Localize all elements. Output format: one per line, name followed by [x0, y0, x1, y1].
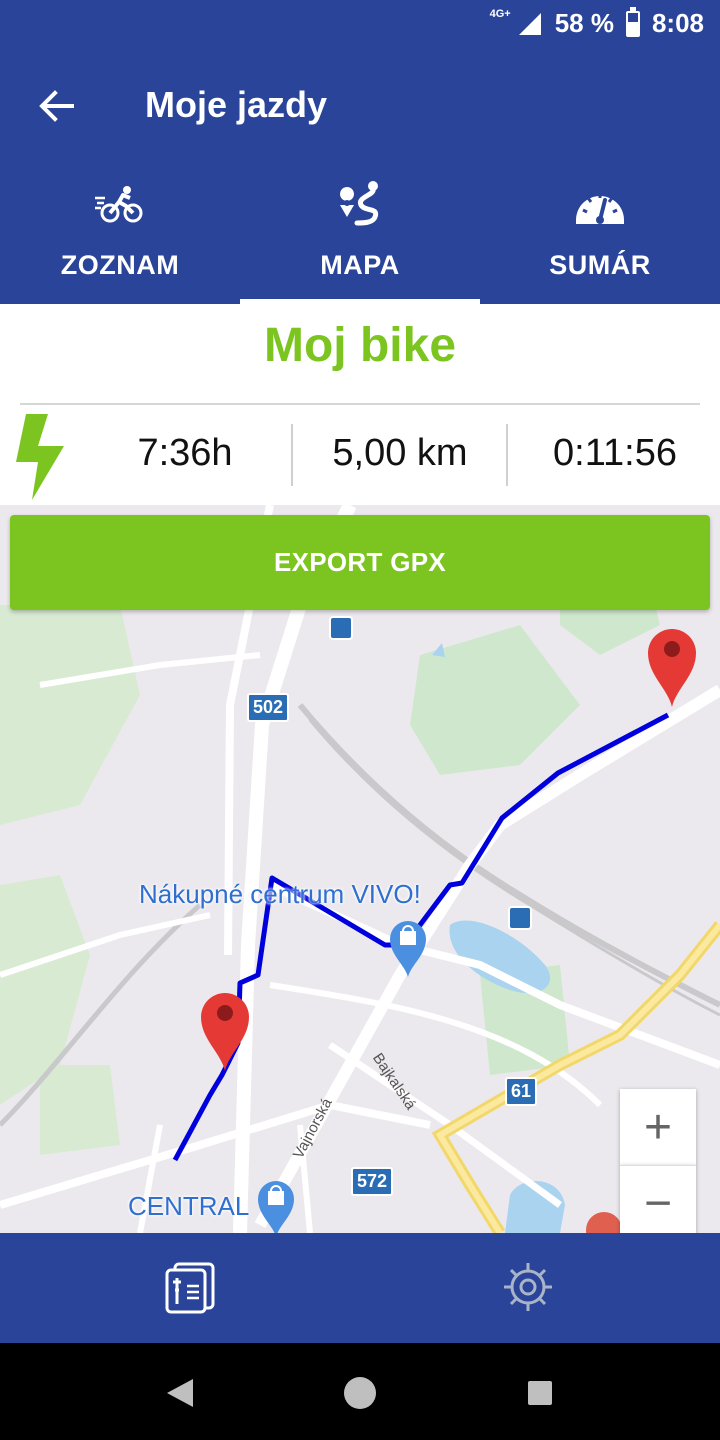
tab-mapa[interactable]: MAPA [240, 170, 480, 304]
bike-name: Moj bike [263, 319, 457, 372]
stat-separator [291, 424, 293, 486]
ride-log-button[interactable] [158, 1255, 222, 1319]
route-icon [340, 181, 379, 226]
back-triangle-icon [167, 1379, 193, 1407]
zoom-out-button[interactable]: − [620, 1165, 696, 1233]
tab-label-mapa: MAPA [320, 250, 400, 280]
settings-button[interactable] [496, 1255, 560, 1319]
speedometer-icon [576, 193, 624, 224]
back-button[interactable] [28, 80, 84, 132]
page-title: Moje jazdy [145, 84, 328, 125]
zoom-in-button[interactable]: + [620, 1089, 696, 1165]
transit-stop-icon[interactable] [329, 616, 353, 640]
system-back-button[interactable] [158, 1371, 202, 1415]
stat-duration: 0:11:56 [553, 432, 677, 474]
ride-log-icon [165, 1262, 215, 1314]
title-bar: Moje jazdy [0, 70, 720, 142]
cyclist-icon [95, 186, 143, 223]
tab-label-sumar: SUMÁR [549, 250, 651, 280]
road-shield-502: 502 [247, 693, 290, 722]
transit-stop-icon[interactable] [508, 906, 532, 930]
tab-sumar[interactable]: SUMÁR [480, 170, 720, 304]
arrow-left-icon [39, 90, 74, 122]
home-circle-icon [344, 1377, 376, 1409]
bottom-nav [0, 1233, 720, 1343]
system-nav-bar [0, 1343, 720, 1440]
ride-stats: 7:36h 5,00 km 0:11:56 [0, 410, 720, 504]
road-shield-572: 572 [351, 1167, 394, 1196]
end-marker-icon [648, 629, 696, 707]
poi-icon [586, 1212, 622, 1233]
system-home-button[interactable] [338, 1371, 382, 1415]
stat-time-of-day: 7:36h [137, 432, 233, 474]
stat-distance: 5,00 km [332, 432, 468, 474]
divider [20, 403, 700, 405]
network-type: 4G+ [489, 7, 511, 20]
shopping-pin-icon [390, 921, 426, 977]
system-recents-button[interactable] [518, 1371, 562, 1415]
map-tiles [0, 505, 720, 1233]
export-gpx-button[interactable]: EXPORT GPX [10, 515, 710, 610]
recents-square-icon [528, 1381, 552, 1405]
battery-percent: 58 % [554, 8, 614, 38]
status-bar: 4G+ 58 % 8:08 [0, 0, 720, 50]
road-shield-61: 61 [505, 1077, 538, 1106]
settings-gear-icon [504, 1263, 552, 1311]
clock: 8:08 [651, 8, 704, 38]
tab-bar: ZOZNAM MAPA SUMÁR [0, 170, 720, 304]
battery-icon [625, 6, 640, 37]
app-bar: 4G+ 58 % 8:08 Moje jazdy ZOZNAM MAPA SUM… [0, 0, 720, 304]
tab-label-zoznam: ZOZNAM [60, 250, 180, 280]
tab-zoznam[interactable]: ZOZNAM [0, 170, 240, 304]
stat-separator [506, 424, 508, 486]
place-label-vivo[interactable]: Nákupné centrum VIVO! [139, 879, 421, 910]
route-map[interactable]: EXPORT GPX 502 61 572 Nákupné centrum VI… [0, 505, 720, 1233]
signal-icon [518, 12, 541, 35]
place-label-central[interactable]: CENTRAL [128, 1191, 249, 1222]
lightning-icon [16, 414, 64, 500]
